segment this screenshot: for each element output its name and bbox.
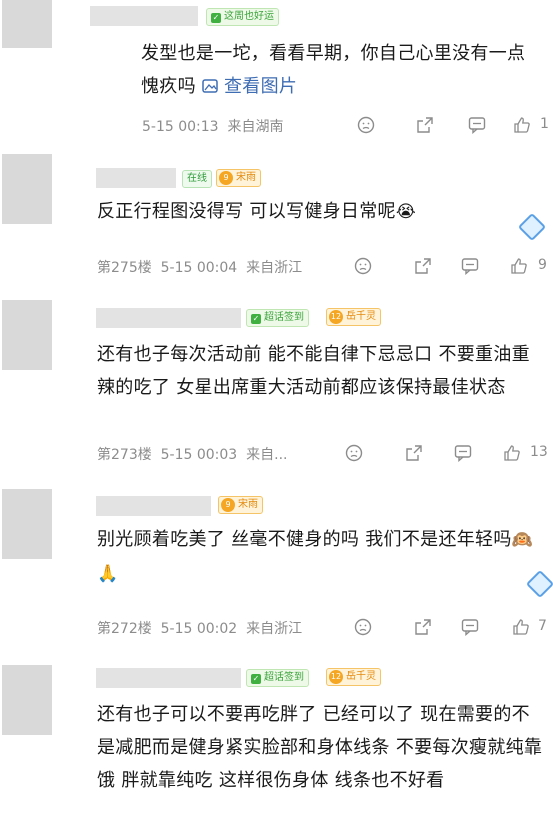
avatar[interactable] (2, 665, 52, 735)
username-redacted[interactable] (96, 308, 241, 328)
comment-item: ✓ 超话签到 12 岳千灵 还有也子可以不要再吃胖了 已经可以了 现在需要的不是减肥… (0, 663, 553, 827)
crying-emoji: 😭 (395, 202, 416, 222)
comment-text: 还有也子可以不要再吃胖了 已经可以了 现在需要的不是减肥而是健身紧实脸部和身体线… (97, 704, 543, 791)
thumbs-up-icon[interactable] (512, 618, 530, 636)
share-icon[interactable] (416, 116, 434, 134)
badge-checkin: ✓ 超话签到 (246, 669, 309, 687)
comment-text: 发型也是一坨，看看早期，你自己心里没有一点愧疚吗 查看图片 (141, 43, 526, 97)
username-redacted[interactable] (90, 6, 198, 26)
check-icon: ✓ (251, 314, 261, 324)
thumbs-up-icon[interactable] (513, 116, 531, 134)
like-count: 9 (538, 257, 547, 273)
comment-meta: 5-15 00:13 来自湖南 (142, 119, 284, 135)
avatar[interactable] (2, 300, 52, 370)
avatar[interactable] (2, 154, 52, 224)
dislike-face-icon[interactable] (357, 116, 375, 134)
avatar[interactable] (2, 0, 52, 48)
dislike-face-icon[interactable] (354, 618, 372, 636)
thumbs-up-icon[interactable] (503, 444, 521, 462)
comment-text: 还有也子每次活动前 能不能自律下忌忌口 不要重油重辣的吃了 女星出席重大活动前都… (97, 344, 530, 398)
comment-meta: 第275楼 5-15 00:04 来自浙江 (97, 260, 303, 276)
thumbs-up-icon[interactable] (510, 257, 528, 275)
diamond-decoration-icon (517, 212, 547, 242)
avatar[interactable] (2, 489, 52, 559)
check-icon: ✓ (251, 674, 261, 684)
username-redacted[interactable] (96, 496, 211, 516)
view-image-link[interactable]: 查看图片 (202, 76, 297, 97)
badge-online: 在线 (182, 170, 212, 188)
dislike-face-icon[interactable] (345, 444, 363, 462)
comment-item: ✓ 超话签到 12 岳千灵 还有也子每次活动前 能不能自律下忌忌口 不要重油重辣的吃… (0, 298, 553, 483)
username-redacted[interactable] (96, 168, 176, 188)
share-icon[interactable] (405, 444, 423, 462)
badge-fan-level: 12 岳千灵 (326, 308, 381, 326)
comment-text: 反正行程图没得写 可以写健身日常呢😭 (97, 201, 416, 222)
badge-fan-level: 9 宋雨 (216, 169, 261, 187)
badge-lucky: ✓ 这周也好运 (206, 8, 279, 26)
badge-checkin: ✓ 超话签到 (246, 309, 309, 327)
comment-item: 9 宋雨 别光顾着吃美了 丝毫不健身的吗 我们不是还年轻吗🙉🙏 第272楼 5-1… (0, 483, 553, 663)
badge-fan-level: 9 宋雨 (218, 496, 263, 514)
like-count: 13 (530, 444, 548, 460)
comment-meta: 第273楼 5-15 00:03 来自... (97, 447, 288, 463)
share-icon[interactable] (414, 618, 432, 636)
username-redacted[interactable] (96, 668, 241, 688)
image-icon (202, 76, 224, 97)
comment-icon[interactable] (461, 257, 479, 275)
comment-item: ✓ 这周也好运 发型也是一坨，看看早期，你自己心里没有一点愧疚吗 查看图片 5-1… (0, 0, 553, 148)
comment-icon[interactable] (468, 116, 486, 134)
comment-icon[interactable] (461, 618, 479, 636)
like-count: 7 (538, 618, 547, 634)
dislike-face-icon[interactable] (354, 257, 372, 275)
like-count: 1 (540, 116, 549, 132)
comment-meta: 第272楼 5-15 00:02 来自浙江 (97, 621, 303, 637)
badge-fan-level: 12 岳千灵 (326, 668, 381, 686)
comment-icon[interactable] (454, 444, 472, 462)
comment-text: 别光顾着吃美了 丝毫不健身的吗 我们不是还年轻吗🙉🙏 (97, 529, 534, 584)
comment-item: 在线 9 宋雨 反正行程图没得写 可以写健身日常呢😭 第275楼 5-15 00:… (0, 148, 553, 298)
check-icon: ✓ (211, 13, 221, 23)
share-icon[interactable] (414, 257, 432, 275)
